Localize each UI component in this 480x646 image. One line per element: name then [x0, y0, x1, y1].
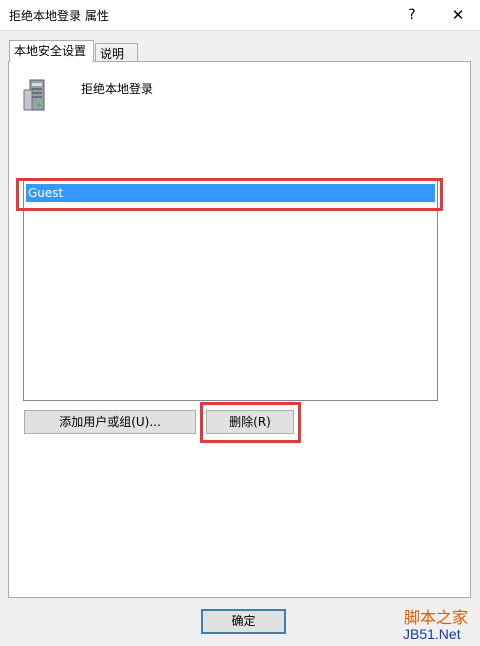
watermark-top: 脚本之家 [404, 608, 469, 627]
title-bar: 拒绝本地登录 属性 ? ✕ [0, 0, 480, 31]
watermark-bottom: JB51.Net [403, 626, 461, 642]
add-user-button[interactable]: 添加用户或组(U)... [24, 410, 196, 434]
close-button[interactable]: ✕ [440, 2, 476, 28]
user-list[interactable]: Guest [23, 180, 438, 401]
watermark: 脚本之家 JB51.Net [396, 604, 480, 646]
annotation-highlight-list [16, 178, 443, 211]
tab-local-security-setting[interactable]: 本地安全设置 [9, 40, 94, 62]
properties-dialog: 拒绝本地登录 属性 ? ✕ 本地安全设置 说明 拒绝本地登录 Guest 添加用… [0, 0, 480, 646]
server-icon [23, 79, 45, 111]
help-button[interactable]: ? [398, 2, 426, 28]
window-title: 拒绝本地登录 属性 [9, 9, 109, 23]
tab-explain[interactable]: 说明 [95, 43, 138, 62]
policy-name: 拒绝本地登录 [81, 82, 154, 96]
annotation-highlight-remove [200, 402, 301, 443]
ok-button[interactable]: 确定 [201, 609, 286, 634]
